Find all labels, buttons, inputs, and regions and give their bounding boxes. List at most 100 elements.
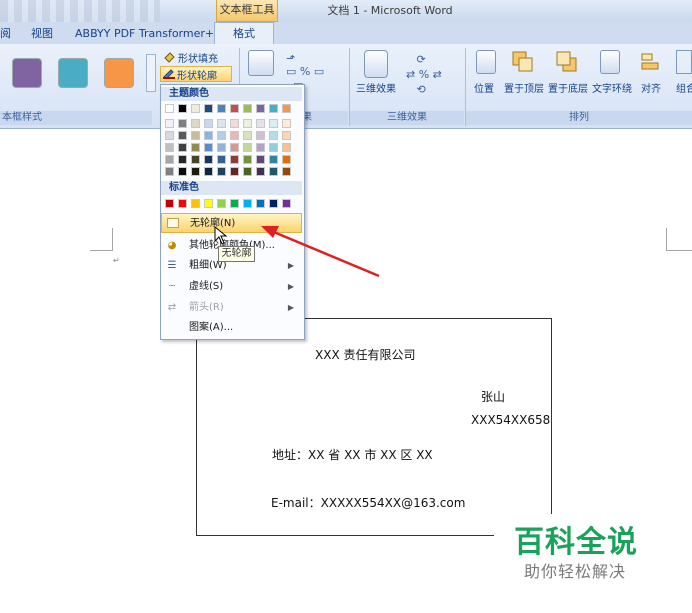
theme-shade-cell[interactable] bbox=[269, 119, 278, 128]
theme-shade-cell[interactable] bbox=[282, 167, 291, 176]
theme-shade-cell[interactable] bbox=[217, 167, 226, 176]
theme-shade-cell[interactable] bbox=[204, 119, 213, 128]
theme-color-cell[interactable] bbox=[256, 104, 265, 113]
theme-shade-cell[interactable] bbox=[282, 131, 291, 140]
theme-color-cell[interactable] bbox=[269, 104, 278, 113]
3d-effects-button[interactable]: 三维效果 bbox=[356, 80, 396, 95]
theme-shade-cell[interactable] bbox=[230, 167, 239, 176]
theme-shade-cell[interactable] bbox=[230, 155, 239, 164]
theme-shade-cell[interactable] bbox=[217, 155, 226, 164]
phone-line: XXX54XX658 bbox=[471, 413, 551, 427]
quick-access-toolbar[interactable] bbox=[0, 0, 160, 22]
color-wheel-icon: ◕ bbox=[167, 240, 177, 251]
theme-shade-cell[interactable] bbox=[165, 131, 174, 140]
theme-shade-cell[interactable] bbox=[243, 131, 252, 140]
theme-shade-cell[interactable] bbox=[243, 143, 252, 152]
theme-shade-cell[interactable] bbox=[282, 143, 291, 152]
theme-shade-cell[interactable] bbox=[217, 131, 226, 140]
theme-shade-cell[interactable] bbox=[230, 143, 239, 152]
standard-color-cell[interactable] bbox=[282, 199, 291, 208]
theme-shade-cell[interactable] bbox=[178, 131, 187, 140]
theme-shade-cell[interactable] bbox=[178, 155, 187, 164]
theme-shade-cell[interactable] bbox=[191, 143, 200, 152]
group-button[interactable]: 组合 bbox=[676, 80, 692, 95]
theme-shade-cell[interactable] bbox=[282, 119, 291, 128]
theme-shade-cell[interactable] bbox=[269, 131, 278, 140]
theme-shade-cell[interactable] bbox=[165, 167, 174, 176]
theme-color-cell[interactable] bbox=[217, 104, 226, 113]
theme-shade-cell[interactable] bbox=[191, 167, 200, 176]
standard-color-cell[interactable] bbox=[165, 199, 174, 208]
theme-shade-cell[interactable] bbox=[178, 167, 187, 176]
theme-shade-cell[interactable] bbox=[269, 167, 278, 176]
theme-shade-cell[interactable] bbox=[230, 119, 239, 128]
tab-view[interactable]: 视图 bbox=[31, 24, 53, 44]
theme-shade-cell[interactable] bbox=[230, 131, 239, 140]
tab-format[interactable]: 格式 bbox=[214, 22, 274, 45]
position-button[interactable]: 位置 bbox=[474, 80, 494, 95]
theme-shade-cell[interactable] bbox=[256, 143, 265, 152]
textbox-style-swatch[interactable] bbox=[58, 58, 88, 88]
theme-shade-cell[interactable] bbox=[165, 143, 174, 152]
shadow-effects-icon bbox=[248, 50, 274, 76]
align-button[interactable]: 对齐 bbox=[641, 80, 661, 95]
3d-effects-icon bbox=[364, 50, 388, 78]
standard-color-cell[interactable] bbox=[269, 199, 278, 208]
theme-color-cell[interactable] bbox=[165, 104, 174, 113]
textbox-style-swatch[interactable] bbox=[12, 58, 42, 88]
menu-item-arrows[interactable]: ⇄ 箭头(R) ▶ bbox=[161, 298, 302, 318]
theme-shade-cell[interactable] bbox=[269, 143, 278, 152]
text-wrap-button[interactable]: 文字环绕 bbox=[592, 80, 632, 95]
theme-shade-cell[interactable] bbox=[191, 119, 200, 128]
styles-scroll[interactable] bbox=[146, 54, 156, 92]
tab-abbyy[interactable]: ABBYY PDF Transformer+ bbox=[75, 24, 214, 44]
theme-shade-cell[interactable] bbox=[256, 167, 265, 176]
theme-shade-cell[interactable] bbox=[204, 155, 213, 164]
theme-shade-cell[interactable] bbox=[204, 167, 213, 176]
standard-color-cell[interactable] bbox=[230, 199, 239, 208]
theme-shade-cell[interactable] bbox=[256, 155, 265, 164]
theme-shade-cell[interactable] bbox=[243, 155, 252, 164]
standard-color-cell[interactable] bbox=[178, 199, 187, 208]
theme-color-cell[interactable] bbox=[230, 104, 239, 113]
theme-shade-cell[interactable] bbox=[204, 131, 213, 140]
theme-color-cell[interactable] bbox=[243, 104, 252, 113]
theme-shade-cell[interactable] bbox=[256, 131, 265, 140]
submenu-arrow-icon: ▶ bbox=[287, 303, 294, 312]
bring-to-front-button[interactable]: 置于顶层 bbox=[504, 80, 544, 95]
theme-shade-cell[interactable] bbox=[165, 119, 174, 128]
theme-shade-cell[interactable] bbox=[243, 167, 252, 176]
theme-color-cell[interactable] bbox=[282, 104, 291, 113]
theme-shade-cell[interactable] bbox=[204, 143, 213, 152]
theme-shade-cell[interactable] bbox=[217, 143, 226, 152]
menu-item-dashes[interactable]: ┈ 虚线(S) ▶ bbox=[161, 277, 302, 297]
mouse-cursor-icon bbox=[214, 225, 230, 246]
theme-shade-cell[interactable] bbox=[191, 131, 200, 140]
3d-tilt-icons[interactable]: ⟳ ⇄ % ⇄ ⟲ bbox=[406, 52, 442, 97]
textbox-style-swatch[interactable] bbox=[104, 58, 134, 88]
theme-shade-cell[interactable] bbox=[243, 119, 252, 128]
standard-color-cell[interactable] bbox=[217, 199, 226, 208]
standard-color-cell[interactable] bbox=[191, 199, 200, 208]
company-line: XXX 责任有限公司 bbox=[315, 348, 416, 362]
standard-color-cell[interactable] bbox=[204, 199, 213, 208]
theme-shade-cell[interactable] bbox=[178, 143, 187, 152]
theme-shade-cell[interactable] bbox=[282, 155, 291, 164]
menu-item-pattern[interactable]: 图案(A)... bbox=[161, 318, 302, 338]
paint-bucket-icon bbox=[163, 51, 177, 63]
theme-color-cell[interactable] bbox=[204, 104, 213, 113]
theme-color-cell[interactable] bbox=[191, 104, 200, 113]
dash-style-icon: ┈ bbox=[168, 281, 176, 292]
theme-shade-cell[interactable] bbox=[256, 119, 265, 128]
theme-shade-cell[interactable] bbox=[217, 119, 226, 128]
send-to-back-button[interactable]: 置于底层 bbox=[548, 80, 588, 95]
theme-shade-cell[interactable] bbox=[269, 155, 278, 164]
standard-color-cell[interactable] bbox=[243, 199, 252, 208]
shape-fill-button[interactable]: 形状填充 bbox=[178, 50, 218, 65]
theme-shade-cell[interactable] bbox=[178, 119, 187, 128]
theme-shade-cell[interactable] bbox=[191, 155, 200, 164]
tab-review[interactable]: 阅 bbox=[0, 24, 11, 44]
standard-color-cell[interactable] bbox=[256, 199, 265, 208]
theme-shade-cell[interactable] bbox=[165, 155, 174, 164]
theme-color-cell[interactable] bbox=[178, 104, 187, 113]
